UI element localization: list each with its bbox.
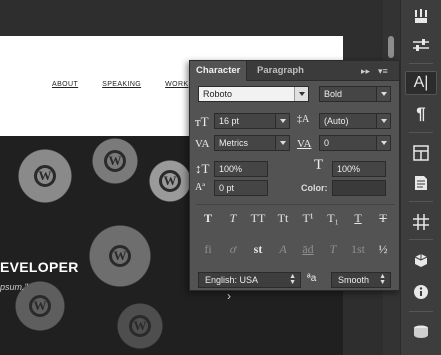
strikethrough-button[interactable]: T xyxy=(373,211,393,226)
panel-menu-icon[interactable]: ▾≡ xyxy=(378,61,388,81)
vertical-scale-value: 100% xyxy=(219,164,243,174)
opentype-buttons: fi ơ st A ād T 1st ½ xyxy=(198,242,393,257)
baseline-shift-input[interactable]: 0 pt xyxy=(214,180,268,196)
kerning-icon: VA xyxy=(195,138,210,150)
antialias-value: Smooth xyxy=(338,275,370,285)
brushes-icon[interactable] xyxy=(405,4,437,28)
tracking-select[interactable]: 0 xyxy=(319,135,391,151)
dock-divider xyxy=(409,201,433,202)
tab-character[interactable]: Character xyxy=(190,61,248,81)
panel-divider xyxy=(196,204,395,205)
titling-alternates-button[interactable]: ād xyxy=(298,242,318,257)
baseline-shift-icon: Aª xyxy=(195,182,205,193)
dock-divider xyxy=(409,63,433,64)
3d-icon[interactable] xyxy=(405,249,437,273)
wordpress-logo: W xyxy=(109,245,131,267)
underline-button[interactable]: T xyxy=(348,211,368,226)
swatches-icon[interactable] xyxy=(405,141,437,165)
nav-work: WORK xyxy=(165,81,189,88)
nav-speaking: SPEAKING xyxy=(102,81,142,88)
kerning-select[interactable]: Metrics xyxy=(214,135,290,151)
bucket-icon[interactable] xyxy=(405,320,437,344)
wordpress-logo: W xyxy=(129,315,151,337)
faux-bold-button[interactable]: T xyxy=(198,211,218,226)
subscript-button[interactable]: T₁ xyxy=(323,211,343,226)
hero-subtext: psum." xyxy=(0,282,28,292)
horizontal-scale-value: 100% xyxy=(337,164,361,174)
wordpress-logo: W xyxy=(34,165,56,187)
grid-icon[interactable] xyxy=(405,210,437,234)
notes-icon[interactable] xyxy=(405,171,437,195)
antialias-icon: ªa xyxy=(307,273,317,284)
stylistic-alternates-button[interactable]: st xyxy=(248,242,268,257)
ligatures-button[interactable]: fi xyxy=(198,242,218,257)
wordpress-logo: W xyxy=(104,150,126,172)
type-style-buttons: T T TT Tt T¹ T₁ T T xyxy=(198,211,393,226)
faux-italic-button[interactable]: T xyxy=(223,211,243,226)
info-icon[interactable] xyxy=(405,280,437,304)
tab-paragraph[interactable]: Paragraph xyxy=(251,61,310,81)
vertical-scale-icon: ↕T xyxy=(195,161,210,176)
font-size-value: 16 pt xyxy=(219,116,240,126)
hero-heading: EVELOPER xyxy=(0,259,79,275)
nav-about: ABOUT xyxy=(52,81,79,88)
font-style-value: Bold xyxy=(324,89,343,99)
tracking-icon: VA xyxy=(297,138,312,150)
kerning-value: Metrics xyxy=(219,138,248,148)
font-family-select[interactable]: Roboto xyxy=(198,86,309,102)
font-size-icon: ᴛT xyxy=(195,114,209,129)
language-value: English: USA xyxy=(205,275,259,285)
ordinals-button[interactable]: 1st xyxy=(348,242,368,257)
antialias-select[interactable]: Smooth ▲ ▼ xyxy=(331,272,391,288)
chevron-right-icon: › xyxy=(227,289,231,303)
horizontal-scale-icon: T xyxy=(314,157,324,173)
character-panel: Character Paragraph ▸▸ ▾≡ Roboto Bold ᴛT… xyxy=(189,60,400,291)
wordpress-logo: W xyxy=(159,170,181,192)
updown-arrows-icon: ▲ ▼ xyxy=(289,273,296,286)
baseline-shift-value: 0 pt xyxy=(219,183,235,193)
titling-button[interactable]: T xyxy=(323,242,343,257)
fractions-button[interactable]: ½ xyxy=(373,242,393,257)
font-family-value: Roboto xyxy=(203,89,233,99)
discretionary-ligatures-button[interactable]: ơ xyxy=(223,242,243,257)
color-swatch[interactable] xyxy=(332,180,386,196)
leading-icon: ‡A xyxy=(297,114,310,125)
updown-arrows-icon: ▲ ▼ xyxy=(379,273,386,286)
all-caps-button[interactable]: TT xyxy=(248,211,268,226)
wordpress-logo: W xyxy=(29,295,51,317)
font-size-select[interactable]: 16 pt xyxy=(214,113,290,129)
horizontal-scale-input[interactable]: 100% xyxy=(332,161,386,177)
color-label: Color: xyxy=(301,183,328,193)
tracking-value: 0 xyxy=(324,138,330,148)
panel-tab-bar: Character Paragraph ▸▸ ▾≡ xyxy=(190,61,399,81)
small-caps-button[interactable]: Tt xyxy=(273,211,293,226)
sliders-icon[interactable] xyxy=(405,33,437,57)
collapse-panel-icon[interactable]: ▸▸ xyxy=(361,61,370,81)
font-style-select[interactable]: Bold xyxy=(319,86,391,102)
vertical-scale-input[interactable]: 100% xyxy=(214,161,268,177)
dock-divider xyxy=(409,311,433,312)
scrollbar-thumb[interactable] xyxy=(388,36,394,58)
superscript-button[interactable]: T¹ xyxy=(298,211,318,226)
dock-divider xyxy=(409,132,433,133)
panel-dock: A| ¶ xyxy=(400,0,441,355)
dock-divider xyxy=(409,239,433,240)
paragraph-icon[interactable]: ¶ xyxy=(405,102,437,126)
leading-select[interactable]: (Auto) xyxy=(319,113,391,129)
language-select[interactable]: English: USA ▲ ▼ xyxy=(198,272,301,288)
character-icon[interactable]: A| xyxy=(405,71,437,95)
swash-button[interactable]: A xyxy=(273,242,293,257)
leading-value: (Auto) xyxy=(324,116,349,126)
